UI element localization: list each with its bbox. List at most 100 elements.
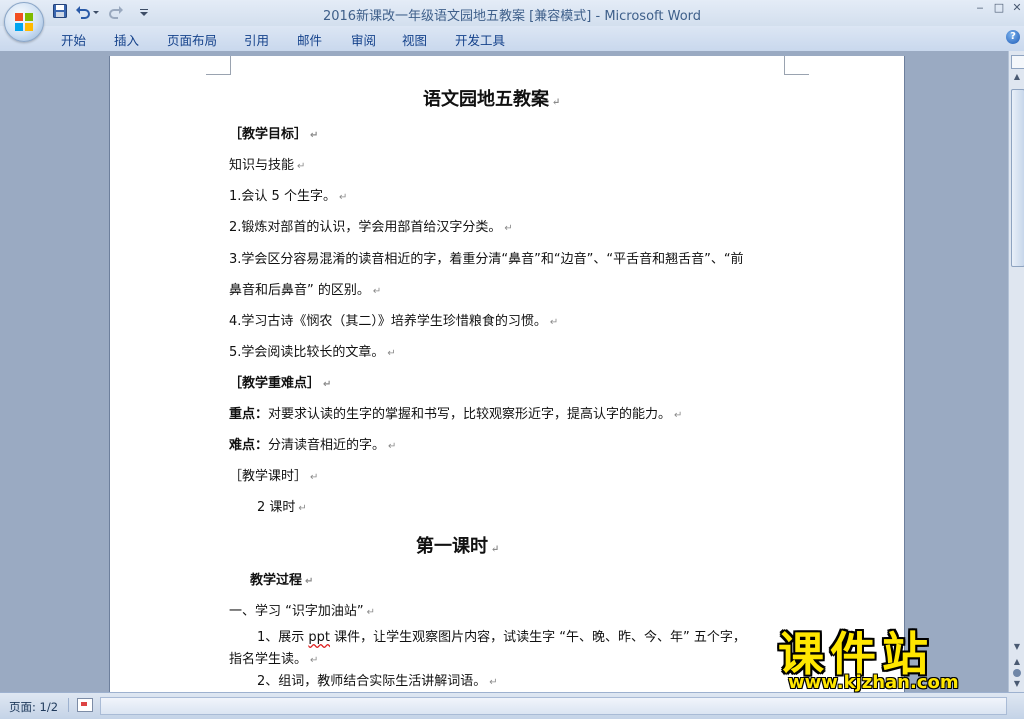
app-name: Microsoft Word — [604, 9, 702, 24]
paragraph-mark: ↵ — [388, 441, 397, 452]
lesson-heading-text: 第一课时 — [416, 536, 488, 557]
paragraph-text: 知识与技能 — [229, 158, 295, 173]
paragraph-text: 一、学习 “识字加油站” — [229, 604, 364, 619]
tab-insert[interactable]: 插入 — [114, 30, 139, 49]
paragraph: 2 课时 ↵ — [257, 496, 307, 515]
status-divider — [68, 698, 69, 712]
paragraph-mark: ↵ — [387, 348, 396, 359]
paragraph: 2.锻炼对部首的认识，学会用部首给汉字分类。 ↵ — [229, 216, 513, 235]
minimize-button[interactable]: ‒ — [973, 2, 987, 14]
paragraph-text: 鼻音和后鼻音” 的区别。 — [229, 283, 370, 298]
paragraph-mark: ↵ — [338, 192, 348, 203]
document-title: 语文园地五教案 ↵ — [423, 85, 560, 111]
paragraph-text: 对要求认读的生字的掌握和书写，比较观察形近字，提高认字的能力。 — [268, 407, 672, 422]
paragraph-text: 2 课时 — [257, 500, 296, 515]
ruler-toggle-icon[interactable] — [1011, 55, 1024, 69]
paragraph-text: 4.学习古诗《悯农（其二）》培养学生珍惜粮食的习惯。 — [229, 314, 547, 329]
paragraph: 1.会认 5 个生字。 ↵ — [229, 185, 347, 204]
site-watermark: 课件站 www.kjzhan.com — [778, 618, 1010, 696]
paragraph-mark: ↵ — [310, 472, 319, 483]
tab-review[interactable]: 审阅 — [351, 30, 376, 49]
proofing-errors-icon[interactable] — [77, 698, 93, 712]
heading-class-hours: ［教学课时］ ↵ — [229, 465, 318, 484]
office-button[interactable] — [4, 2, 44, 42]
paragraph-text: 2、组词，教师结合实际生活讲解词语。 — [257, 674, 487, 689]
spelling-error-ppt[interactable]: ppt — [308, 630, 330, 645]
tab-developer[interactable]: 开发工具 — [455, 30, 505, 49]
title-separator: - — [591, 9, 605, 24]
lesson-heading: 第一课时 ↵ — [416, 532, 499, 558]
paragraph-mark: ↵ — [491, 544, 500, 555]
paragraph: 重点：对要求认读的生字的掌握和书写，比较观察形近字，提高认字的能力。 ↵ — [229, 403, 682, 422]
vertical-scrollbar[interactable]: ▲ ▼ ▲ ▼ — [1008, 51, 1024, 692]
select-browse-object-icon[interactable] — [1013, 669, 1021, 677]
status-bar: 页面: 1/2 — [0, 692, 1024, 719]
status-bar-empty — [100, 697, 1007, 715]
heading-process: 教学过程 ↵ — [250, 569, 313, 588]
watermark-url: www.kjzhan.com — [788, 672, 959, 693]
document-name: 2016新课改一年级语文园地五教案 [兼容模式] — [322, 9, 592, 24]
scroll-down-icon[interactable]: ▼ — [1011, 641, 1023, 653]
help-icon[interactable]: ? — [1006, 30, 1020, 44]
heading-text: ［教学目标］ — [229, 127, 308, 142]
paragraph-text: 2.锻炼对部首的认识，学会用部首给汉字分类。 — [229, 220, 502, 235]
paragraph: 一、学习 “识字加油站” ↵ — [229, 600, 375, 619]
paragraph: 4.学习古诗《悯农（其二）》培养学生珍惜粮食的习惯。 ↵ — [229, 310, 558, 329]
scroll-thumb[interactable] — [1011, 89, 1024, 267]
paragraph: 难点：分清读音相近的字。 ↵ — [229, 434, 396, 453]
paragraph: 知识与技能 ↵ — [229, 154, 305, 173]
tab-references[interactable]: 引用 — [244, 30, 269, 49]
paragraph-text: 分清读音相近的字。 — [268, 438, 386, 453]
paragraph-mark: ↵ — [298, 503, 307, 514]
document-area: 语文园地五教案 ↵ ［教学目标］ ↵ 知识与技能 ↵ 1.会认 5 个生字。 ↵ 2.锻… — [0, 51, 1008, 692]
heading-key-points: ［教学重难点］ ↵ — [229, 372, 331, 391]
tab-page-layout[interactable]: 页面布局 — [167, 30, 217, 49]
paragraph-mark: ↵ — [504, 223, 513, 234]
paragraph: 2、组词，教师结合实际生活讲解词语。 ↵ — [257, 670, 498, 689]
heading-text: ［教学重难点］ — [229, 376, 321, 391]
tab-home[interactable]: 开始 — [61, 30, 86, 49]
paragraph: 3.学会区分容易混淆的读音相近的字，着重分清“鼻音”和“边音”、“平舌音和翘舌音… — [229, 248, 744, 267]
page-counter[interactable]: 页面: 1/2 — [9, 699, 58, 715]
paragraph-text: 指名学生读。 — [229, 652, 308, 667]
paragraph-mark: ↵ — [489, 677, 498, 688]
paragraph-mark: ↵ — [323, 379, 332, 390]
label-difficulty: 难点： — [229, 438, 269, 453]
tab-mailings[interactable]: 邮件 — [297, 30, 322, 49]
scroll-up-icon[interactable]: ▲ — [1011, 71, 1023, 83]
close-button[interactable]: ✕ — [1010, 2, 1024, 14]
paragraph: 鼻音和后鼻音” 的区别。 ↵ — [229, 279, 381, 298]
office-logo-icon — [15, 13, 33, 31]
title-bar: 2016新课改一年级语文园地五教案 [兼容模式] - Microsoft Wor… — [0, 0, 1024, 42]
heading-teaching-goals: ［教学目标］ ↵ — [229, 123, 318, 142]
next-page-icon[interactable]: ▼ — [1011, 679, 1023, 689]
paragraph: 1、展示 ppt 课件，让学生观察图片内容，试读生字 “午、晚、昨、今、年” 五… — [257, 626, 746, 645]
paragraph-text: 1、展示 — [257, 630, 309, 645]
label-key: 重点： — [229, 407, 269, 422]
paragraph-mark: ↵ — [305, 576, 314, 587]
tab-view[interactable]: 视图 — [402, 30, 427, 49]
paragraph: 指名学生读。 ↵ — [229, 648, 318, 667]
maximize-button[interactable]: □ — [992, 2, 1006, 14]
paragraph-mark: ↵ — [552, 97, 561, 108]
document-page[interactable]: 语文园地五教案 ↵ ［教学目标］ ↵ 知识与技能 ↵ 1.会认 5 个生字。 ↵ 2.锻… — [110, 56, 904, 692]
heading-text: 教学过程 — [250, 573, 303, 588]
paragraph-mark: ↵ — [366, 607, 375, 618]
paragraph-mark: ↵ — [310, 655, 319, 666]
previous-page-icon[interactable]: ▲ — [1011, 657, 1023, 667]
document-title-text: 语文园地五教案 — [423, 89, 549, 110]
paragraph-text: 5.学会阅读比较长的文章。 — [229, 345, 385, 360]
ribbon-tab-bar: 开始 插入 页面布局 引用 邮件 审阅 视图 开发工具 — [0, 26, 1024, 52]
paragraph-mark: ↵ — [372, 286, 382, 297]
paragraph-mark: ↵ — [549, 317, 559, 328]
margin-corner-top-left — [206, 56, 231, 75]
paragraph-text: 课件，让学生观察图片内容，试读生字 “午、晚、昨、今、年” 五个字， — [330, 630, 746, 645]
paragraph-mark: ↵ — [674, 410, 683, 421]
paragraph: 5.学会阅读比较长的文章。 ↵ — [229, 341, 396, 360]
heading-text: ［教学课时］ — [229, 469, 308, 484]
paragraph-mark: ↵ — [310, 130, 319, 141]
paragraph-mark: ↵ — [297, 161, 306, 172]
paragraph-text: 1.会认 5 个生字。 — [229, 189, 336, 204]
window-title: 2016新课改一年级语文园地五教案 [兼容模式] - Microsoft Wor… — [0, 5, 1024, 24]
paragraph-text: 3.学会区分容易混淆的读音相近的字，着重分清“鼻音”和“边音”、“平舌音和翘舌音… — [229, 252, 744, 267]
